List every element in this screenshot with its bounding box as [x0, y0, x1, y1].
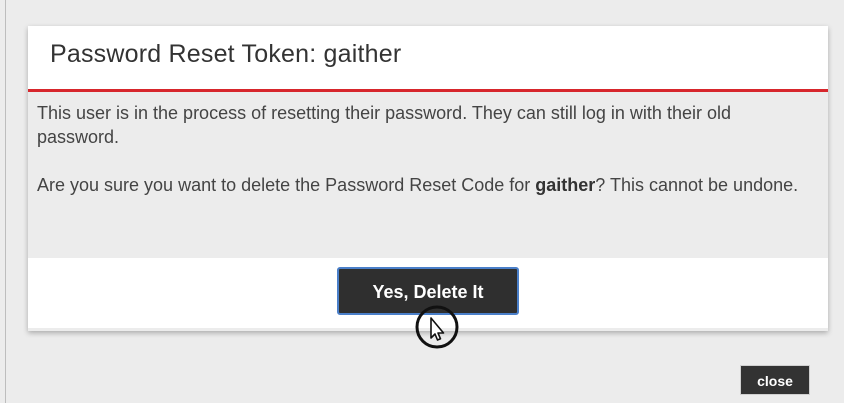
close-button[interactable]: close [740, 365, 810, 395]
confirm-message-username: gaither [535, 175, 596, 195]
dialog-message-confirm: Are you sure you want to delete the Pass… [37, 173, 818, 197]
dialog-header: Password Reset Token: gaither [28, 26, 828, 92]
dialog-title: Password Reset Token: gaither [50, 40, 402, 68]
dialog-message-info: This user is in the process of resetting… [37, 103, 731, 147]
dialog-body: This user is in the process of resetting… [28, 92, 828, 258]
hand-pointer-icon [415, 305, 459, 349]
password-reset-dialog: Password Reset Token: gaither This user … [28, 26, 828, 331]
confirm-message-suffix: ? This cannot be undone. [595, 175, 799, 195]
confirm-message-prefix: Are you sure you want to delete the Pass… [37, 175, 536, 195]
page-left-border [5, 0, 6, 403]
